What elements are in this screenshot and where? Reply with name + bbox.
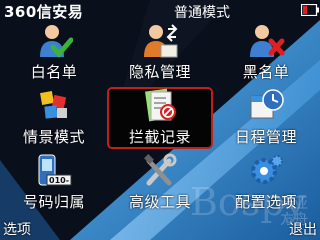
grid-item-whitelist[interactable]: 白名单	[1, 22, 107, 84]
softkey-options[interactable]: 选项	[3, 219, 31, 239]
intercept-log-icon	[145, 88, 176, 122]
softkey-exit[interactable]: 退出	[289, 219, 317, 239]
grid-item-intercept-log[interactable]: 拦截记录	[107, 87, 213, 149]
grid-item-label: 黑名单	[242, 63, 290, 81]
grid-item-label: 号码归属	[22, 193, 85, 211]
grid-item-privacy[interactable]: 隐私管理	[107, 22, 213, 84]
grid-item-label: 白名单	[30, 63, 78, 81]
grid-item-profiles[interactable]: 情景模式	[1, 87, 107, 149]
grid-item-schedule[interactable]: 日程管理	[213, 87, 319, 149]
grid-item-label: 拦截记录	[128, 128, 191, 146]
privacy-user-icon	[144, 24, 178, 58]
grid-item-label: 隐私管理	[128, 63, 191, 81]
whitelist-user-check-icon	[40, 25, 73, 58]
blacklist-user-block-icon	[250, 25, 285, 57]
calendar-clock-icon	[250, 89, 284, 119]
phone-number-icon: 010-	[38, 154, 72, 186]
grid-item-label: 日程管理	[234, 128, 297, 146]
tools-icon	[144, 153, 177, 186]
svg-text:010-: 010-	[49, 176, 69, 185]
grid-item-number-location[interactable]: 010- 号码归属	[1, 152, 107, 214]
app-screen: 360信安易 普通模式 白名单 隐私管理 黑名单 情景模式 拦截记录 日程管理 …	[0, 0, 320, 240]
grid-item-label: 情景模式	[22, 128, 85, 146]
profile-blocks-icon	[40, 91, 67, 119]
grid-item-blacklist[interactable]: 黑名单	[213, 22, 319, 84]
